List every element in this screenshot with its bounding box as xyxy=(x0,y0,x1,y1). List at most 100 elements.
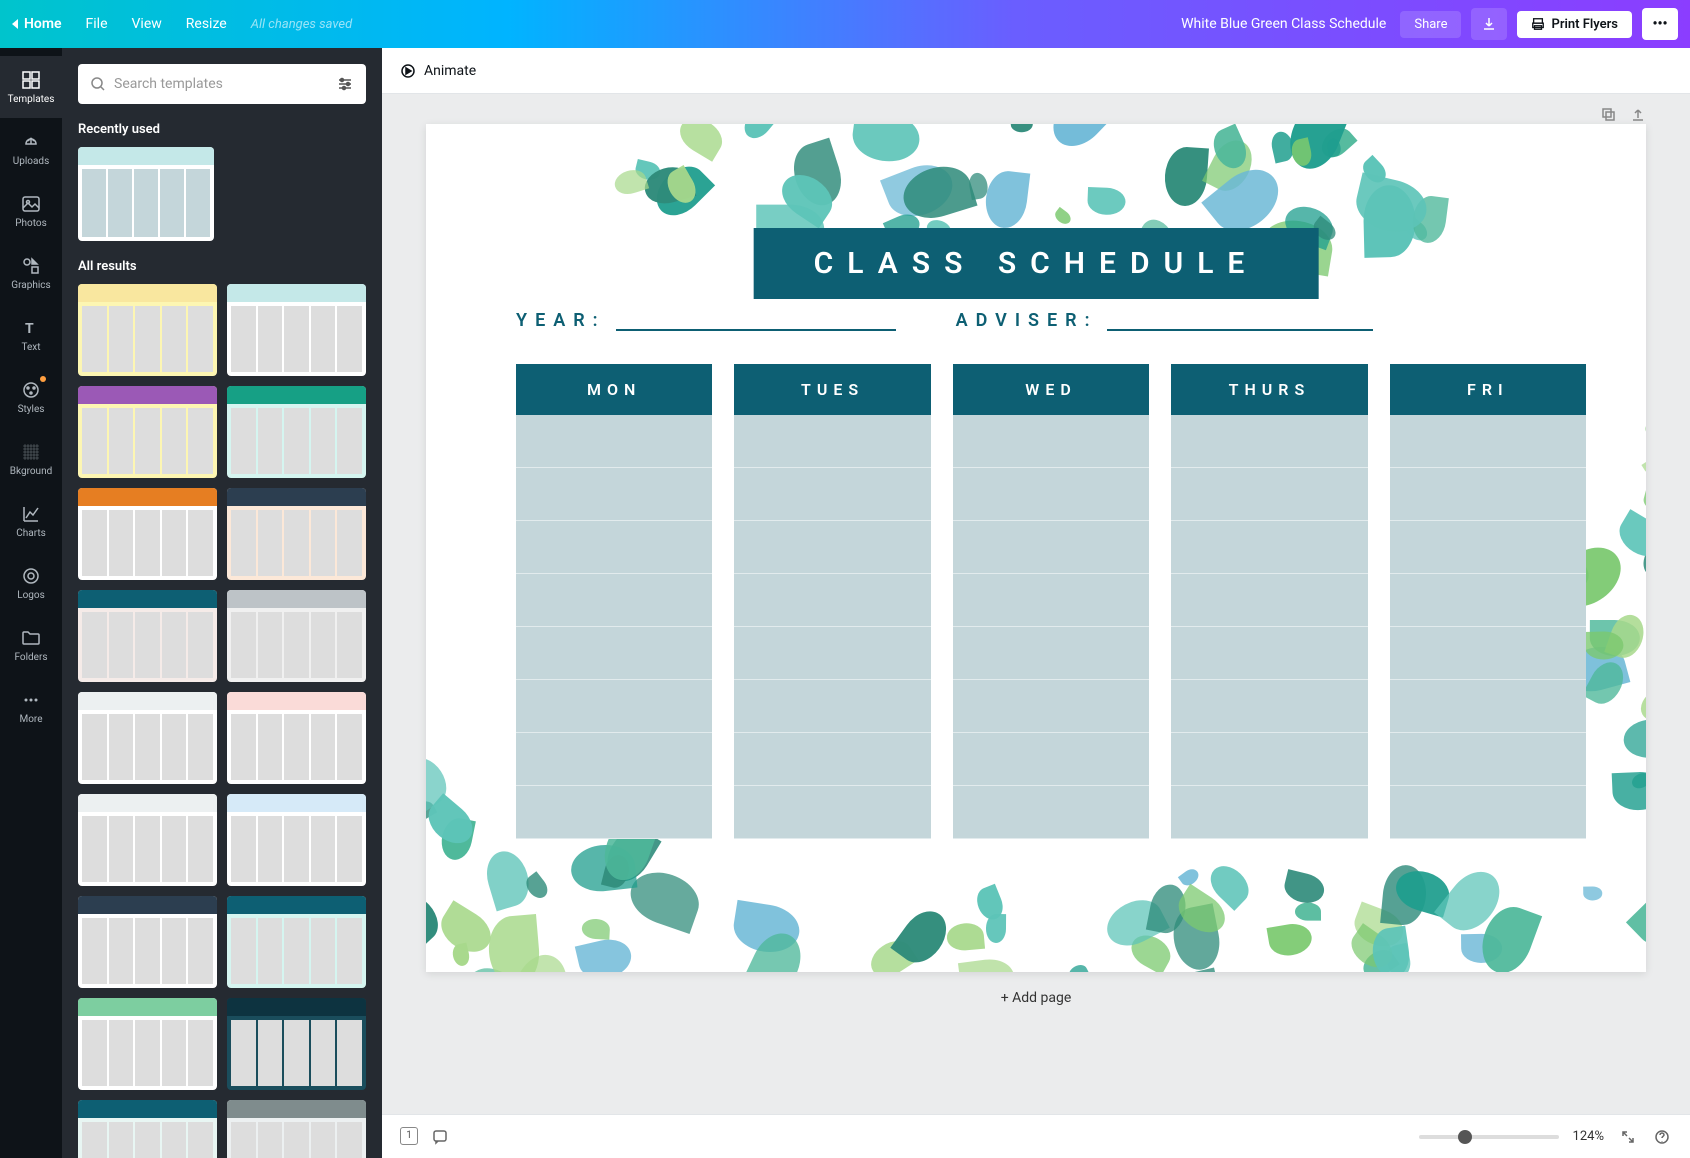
logos-icon xyxy=(21,566,41,586)
page-count-button[interactable]: 1 xyxy=(400,1127,418,1145)
uploads-icon xyxy=(21,132,41,152)
day-body[interactable] xyxy=(1390,415,1586,839)
day-body[interactable] xyxy=(516,415,712,839)
day-body[interactable] xyxy=(1171,415,1367,839)
year-field[interactable]: YEAR: xyxy=(516,310,896,331)
year-label: YEAR: xyxy=(516,310,606,331)
template-thumb[interactable] xyxy=(227,692,366,784)
nav-rail: Templates UploadsPhotosGraphics T Text Style… xyxy=(0,48,62,1158)
day-column[interactable]: WED xyxy=(953,364,1149,839)
template-thumb[interactable] xyxy=(78,284,217,376)
search-input[interactable] xyxy=(114,76,328,92)
export-page-button[interactable] xyxy=(1630,106,1646,126)
document-title[interactable]: White Blue Green Class Schedule xyxy=(1181,16,1386,32)
menu-file[interactable]: File xyxy=(86,16,108,32)
background-icon xyxy=(21,442,41,462)
template-thumb-recent[interactable] xyxy=(78,147,214,241)
template-thumb[interactable] xyxy=(78,488,217,580)
nav-label: Text xyxy=(21,342,40,353)
design-page[interactable]: CLASS SCHEDULE YEAR: ADVISER: MON TUES WED… xyxy=(426,124,1646,972)
day-header: THURS xyxy=(1171,364,1367,415)
header-left: Home File View Resize All changes saved xyxy=(12,16,352,32)
templates-icon xyxy=(21,70,41,90)
day-column[interactable]: THURS xyxy=(1171,364,1367,839)
photos-icon xyxy=(21,194,41,214)
zoom-slider[interactable] xyxy=(1419,1135,1559,1139)
nav-logos[interactable]: Logos xyxy=(0,552,62,614)
template-thumb[interactable] xyxy=(78,590,217,682)
add-page-button[interactable]: + Add page xyxy=(422,972,1650,1024)
day-column[interactable]: MON xyxy=(516,364,712,839)
export-icon xyxy=(1630,106,1646,122)
notification-dot xyxy=(40,376,46,382)
filter-icon[interactable] xyxy=(336,75,354,93)
text-icon: T xyxy=(21,318,41,338)
template-thumb[interactable] xyxy=(78,386,217,478)
nav-more[interactable]: More xyxy=(0,676,62,738)
template-thumb[interactable] xyxy=(227,794,366,886)
template-thumb[interactable] xyxy=(227,284,366,376)
template-thumb[interactable] xyxy=(227,386,366,478)
help-button[interactable] xyxy=(1652,1127,1672,1147)
zoom-label[interactable]: 124% xyxy=(1573,1129,1604,1144)
canvas-scroll[interactable]: CLASS SCHEDULE YEAR: ADVISER: MON TUES WED… xyxy=(382,94,1690,1114)
search-icon xyxy=(90,76,106,92)
nav-folders[interactable]: Folders xyxy=(0,614,62,676)
nav-uploads[interactable]: Uploads xyxy=(0,118,62,180)
day-body[interactable] xyxy=(953,415,1149,839)
nav-label: Charts xyxy=(16,528,46,539)
nav-text[interactable]: T Text xyxy=(0,304,62,366)
nav-charts[interactable]: Charts xyxy=(0,490,62,552)
styles-icon xyxy=(21,380,41,400)
title-banner[interactable]: CLASS SCHEDULE xyxy=(754,228,1319,299)
template-thumb[interactable] xyxy=(227,590,366,682)
nav-photos[interactable]: Photos xyxy=(0,180,62,242)
bottom-left: 1 xyxy=(400,1127,450,1147)
nav-label: Templates xyxy=(8,94,55,105)
section-all-results: All results xyxy=(78,259,366,274)
adviser-field[interactable]: ADVISER: xyxy=(956,310,1374,331)
day-body[interactable] xyxy=(734,415,930,839)
template-thumb[interactable] xyxy=(78,794,217,886)
save-status: All changes saved xyxy=(251,17,352,32)
print-label: Print Flyers xyxy=(1551,17,1618,32)
nav-styles[interactable]: Styles xyxy=(0,366,62,428)
template-thumb[interactable] xyxy=(78,1100,217,1158)
print-button[interactable]: Print Flyers xyxy=(1517,11,1632,38)
search-box[interactable] xyxy=(78,64,366,104)
template-thumb[interactable] xyxy=(78,998,217,1090)
template-thumb[interactable] xyxy=(78,692,217,784)
chevron-left-icon xyxy=(12,19,18,29)
day-column[interactable]: FRI xyxy=(1390,364,1586,839)
share-button[interactable]: Share xyxy=(1400,11,1461,38)
notes-button[interactable] xyxy=(430,1127,450,1147)
template-thumb[interactable] xyxy=(227,896,366,988)
more-button[interactable]: ••• xyxy=(1642,8,1678,40)
bottom-bar: 1 124% xyxy=(382,1114,1690,1158)
animate-label: Animate xyxy=(424,63,476,79)
nav-templates[interactable]: Templates xyxy=(0,56,62,118)
template-thumb[interactable] xyxy=(227,488,366,580)
menu-resize[interactable]: Resize xyxy=(186,16,227,32)
nav-background[interactable]: Bkground xyxy=(0,428,62,490)
template-thumb[interactable] xyxy=(227,1100,366,1158)
duplicate-page-button[interactable] xyxy=(1600,106,1616,126)
animate-button[interactable]: Animate xyxy=(400,63,476,79)
template-thumb[interactable] xyxy=(227,998,366,1090)
download-icon xyxy=(1481,16,1497,32)
nav-label: Folders xyxy=(14,652,47,663)
day-header: WED xyxy=(953,364,1149,415)
day-header: TUES xyxy=(734,364,930,415)
days-row: MON TUES WED THURS FRI xyxy=(516,364,1586,839)
template-thumb[interactable] xyxy=(78,896,217,988)
fullscreen-button[interactable] xyxy=(1618,1127,1638,1147)
menu-view[interactable]: View xyxy=(132,16,162,32)
day-column[interactable]: TUES xyxy=(734,364,930,839)
adviser-label: ADVISER: xyxy=(956,310,1098,331)
home-button[interactable]: Home xyxy=(12,16,62,32)
all-templates xyxy=(78,284,366,1158)
nav-graphics[interactable]: Graphics xyxy=(0,242,62,304)
download-button[interactable] xyxy=(1471,8,1507,40)
duplicate-icon xyxy=(1600,106,1616,122)
header-right: White Blue Green Class Schedule Share Pr… xyxy=(1181,8,1678,40)
